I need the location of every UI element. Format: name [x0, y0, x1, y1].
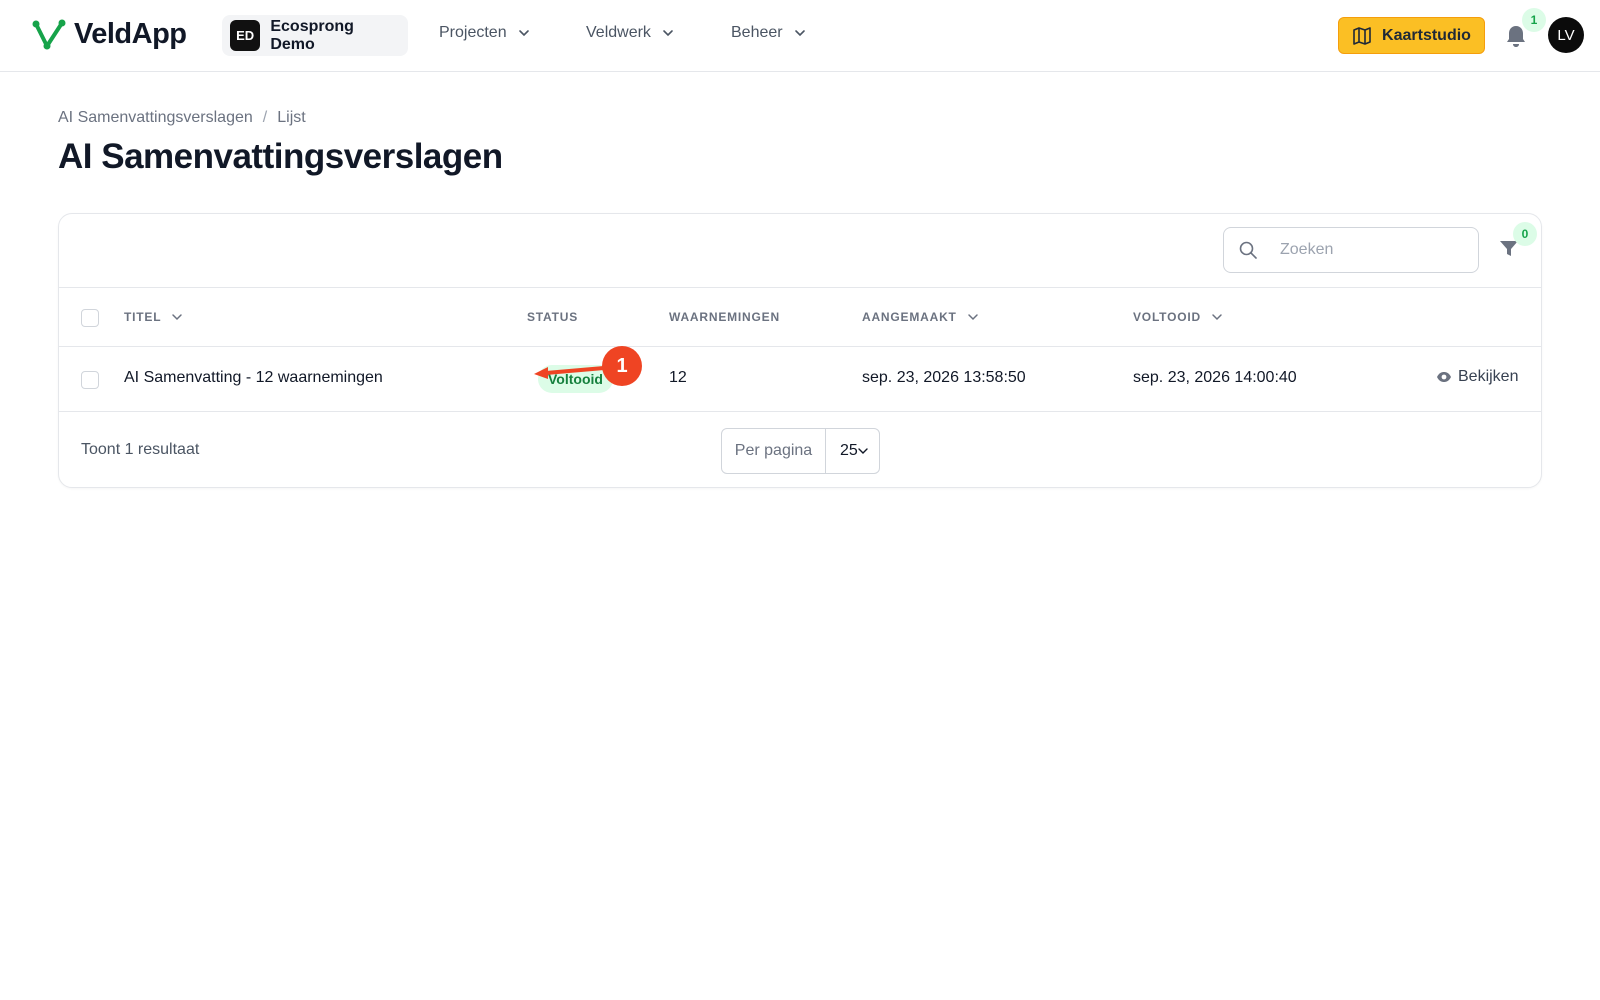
search-input[interactable] [1280, 241, 1460, 259]
column-header-title[interactable]: TITEL [124, 310, 183, 324]
column-header-completed[interactable]: VOLTOOID [1133, 310, 1223, 324]
table-row[interactable]: AI Samenvatting - 12 waarnemingen Voltoo… [59, 347, 1541, 412]
nav-label: Beheer [731, 24, 783, 41]
per-page-selector[interactable]: Per pagina 25 [721, 428, 880, 474]
annotation-arrow-icon [534, 366, 606, 379]
org-name: Ecosprong Demo [270, 17, 354, 53]
column-label: TITEL [124, 310, 162, 324]
column-label: STATUS [527, 310, 579, 324]
column-label: WAARNEMINGEN [669, 310, 780, 324]
per-page-value: 25 [840, 442, 858, 459]
organization-switcher[interactable]: ED Ecosprong Demo [222, 15, 408, 56]
eye-icon [1437, 372, 1451, 382]
breadcrumb-current: Lijst [277, 109, 306, 126]
chevron-down-icon [518, 30, 529, 37]
nav-projecten[interactable]: Projecten [439, 24, 531, 42]
chevron-down-icon [858, 448, 868, 454]
column-header-created[interactable]: AANGEMAAKT [862, 310, 979, 324]
reports-table-card: 0 TITEL STATUS WAARNEMINGEN AANGEMAAKT V… [58, 213, 1542, 488]
chevron-down-icon [172, 314, 183, 321]
nav-veldwerk[interactable]: Veldwerk [586, 24, 675, 42]
notification-badge: 1 [1522, 8, 1546, 32]
org-avatar: ED [230, 20, 261, 51]
cell-completed: sep. 23, 2026 14:00:40 [1133, 369, 1297, 386]
breadcrumb-parent[interactable]: AI Samenvattingsverslagen [58, 109, 253, 127]
user-avatar[interactable]: LV [1548, 17, 1584, 53]
table-header-row: TITEL STATUS WAARNEMINGEN AANGEMAAKT VOL… [59, 288, 1541, 347]
row-checkbox[interactable] [81, 371, 99, 389]
breadcrumb: AI Samenvattingsverslagen / Lijst [58, 109, 306, 127]
cell-title: AI Samenvatting - 12 waarnemingen [124, 369, 383, 386]
breadcrumb-separator: / [262, 109, 268, 126]
veldapp-logo-icon [32, 19, 66, 49]
column-label: AANGEMAAKT [862, 310, 957, 324]
chevron-down-icon [794, 30, 805, 37]
app-logo[interactable]: VeldApp [32, 18, 187, 51]
column-label: VOLTOOID [1133, 310, 1201, 324]
select-all-checkbox[interactable] [81, 309, 99, 327]
chevron-down-icon [1212, 314, 1222, 321]
nav-label: Veldwerk [586, 24, 651, 41]
column-header-observations: WAARNEMINGEN [669, 310, 780, 324]
annotation-step-badge: 1 [602, 346, 642, 386]
column-header-status: STATUS [527, 310, 578, 324]
nav-label: Projecten [439, 24, 507, 41]
per-page-label: Per pagina [722, 429, 826, 473]
nav-beheer[interactable]: Beheer [731, 24, 807, 42]
view-button[interactable]: Bekijken [1436, 368, 1518, 386]
table-footer: Toont 1 resultaat Per pagina 25 [59, 412, 1541, 488]
view-label: Bekijken [1458, 368, 1519, 385]
search-box[interactable] [1223, 227, 1479, 273]
result-count: Toont 1 resultaat [81, 441, 200, 458]
cell-created: sep. 23, 2026 13:58:50 [862, 369, 1026, 386]
app-name: VeldApp [74, 18, 187, 50]
filter-count-badge: 0 [1513, 222, 1537, 246]
chevron-down-icon [967, 314, 978, 321]
per-page-select[interactable]: 25 [826, 429, 879, 473]
search-icon [1239, 241, 1257, 259]
map-icon [1353, 26, 1371, 45]
chevron-down-icon [663, 30, 673, 37]
table-toolbar: 0 [59, 214, 1541, 288]
cell-observations: 12 [669, 369, 687, 386]
kaartstudio-label: Kaartstudio [1382, 26, 1471, 44]
kaartstudio-button[interactable]: Kaartstudio [1338, 17, 1485, 54]
top-navigation-bar: VeldApp ED Ecosprong Demo Projecten Veld… [0, 0, 1600, 72]
page-title: AI Samenvattingsverslagen [58, 137, 503, 176]
